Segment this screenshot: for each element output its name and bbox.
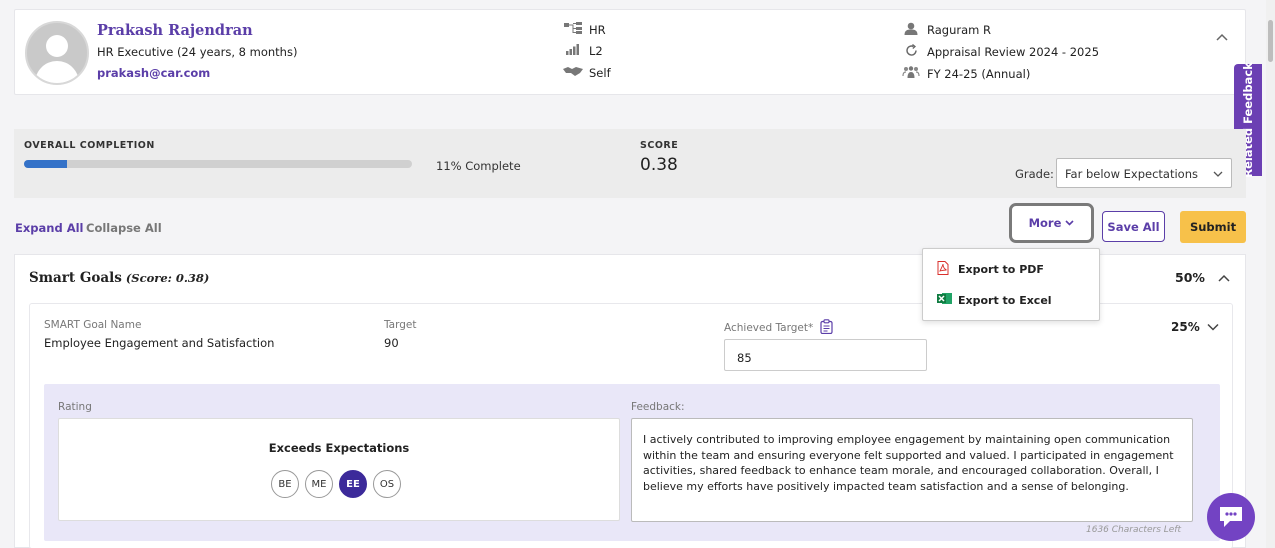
department-info: HR: [563, 22, 606, 37]
period-info: FY 24-25 (Annual): [901, 66, 1030, 81]
completion-text: 11% Complete: [436, 159, 521, 173]
pdf-file-icon: [937, 261, 951, 277]
excel-file-icon: [937, 292, 952, 308]
rating-option-be[interactable]: BE: [271, 470, 299, 498]
score-value: 0.38: [640, 155, 678, 175]
rating-box: Exceeds Expectations BE ME EE OS: [58, 418, 620, 521]
reviewer-info: Raguram R: [901, 22, 991, 38]
chat-icon: [1220, 507, 1242, 527]
export-pdf-item[interactable]: Export to PDF: [937, 261, 1044, 277]
achieved-target-input[interactable]: 85: [724, 339, 927, 371]
feedback-textarea[interactable]: I actively contributed to improving empl…: [631, 418, 1193, 522]
grade-select[interactable]: Far below Expectations: [1056, 158, 1232, 188]
completion-label: OVERALL COMPLETION: [24, 140, 155, 151]
handshake-icon: [563, 66, 583, 80]
target-value: 90: [384, 336, 399, 350]
expand-goal-icon[interactable]: [1206, 320, 1220, 334]
smart-goals-score: (Score: 0.38): [125, 271, 210, 285]
export-excel-item[interactable]: Export to Excel: [937, 292, 1052, 308]
completion-progress-fill: [24, 160, 67, 168]
goal-item: SMART Goal Name Employee Engagement and …: [29, 303, 1233, 548]
rating-option-os[interactable]: OS: [373, 470, 401, 498]
level-value: L2: [589, 44, 603, 58]
grade-label: Grade:: [1015, 167, 1054, 181]
cycle-value: Appraisal Review 2024 - 2025: [927, 45, 1100, 59]
rating-label: Rating: [58, 401, 92, 413]
profile-card: Prakash Rajendran HR Executive (24 years…: [14, 9, 1246, 95]
expand-all-link[interactable]: Expand All: [15, 221, 83, 235]
refresh-icon: [901, 43, 921, 60]
period-value: FY 24-25 (Annual): [927, 66, 1031, 81]
goal-weight: 25%: [1171, 320, 1200, 334]
collapse-profile-icon[interactable]: [1215, 30, 1229, 44]
completion-panel: OVERALL COMPLETION 11% Complete SCORE 0.…: [14, 129, 1246, 198]
rating-panel: Rating Exceeds Expectations BE ME EE OS …: [44, 384, 1220, 541]
export-pdf-label: Export to PDF: [958, 262, 1044, 276]
more-button[interactable]: More: [1009, 203, 1094, 243]
scrollbar-thumb[interactable]: [1268, 20, 1273, 62]
employee-title: HR Executive (24 years, 8 months): [97, 45, 298, 59]
more-dropdown-menu: Export to PDF Export to Excel: [922, 248, 1100, 321]
review-type-value: Self: [589, 66, 611, 80]
goal-name-value: Employee Engagement and Satisfaction: [44, 336, 275, 350]
completion-progress-bar: [24, 160, 412, 168]
team-icon: [901, 66, 921, 81]
signal-bars-icon: [563, 44, 583, 58]
clipboard-icon[interactable]: [819, 319, 833, 337]
chat-button[interactable]: [1207, 493, 1255, 541]
scrollbar[interactable]: [1266, 0, 1275, 548]
chevron-down-icon: [1065, 216, 1074, 230]
export-excel-label: Export to Excel: [958, 293, 1052, 307]
achieved-target-label: Achieved Target*: [724, 319, 833, 337]
smart-goals-title: Smart Goals (Score: 0.38): [29, 270, 209, 286]
employee-email[interactable]: prakash@car.com: [97, 66, 210, 80]
review-type-info: Self: [563, 66, 611, 80]
user-icon: [901, 22, 921, 38]
feedback-label: Feedback:: [631, 401, 685, 413]
smart-goals-title-text: Smart Goals: [29, 270, 122, 286]
score-label: SCORE: [640, 140, 679, 151]
more-label: More: [1028, 216, 1062, 230]
submit-button[interactable]: Submit: [1180, 211, 1246, 243]
achieved-target-label-text: Achieved Target*: [724, 322, 814, 334]
rating-option-ee[interactable]: EE: [339, 470, 367, 498]
employee-name: Prakash Rajendran: [97, 22, 253, 39]
goal-name-label: SMART Goal Name: [44, 319, 142, 331]
org-chart-icon: [563, 22, 583, 37]
collapse-all-link[interactable]: Collapse All: [86, 221, 162, 235]
save-all-button[interactable]: Save All: [1102, 211, 1165, 242]
collapse-section-icon[interactable]: [1217, 271, 1231, 285]
avatar: [25, 21, 89, 85]
characters-left: 1636 Characters Left: [1086, 525, 1181, 535]
smart-goals-weight: 50%: [1175, 270, 1205, 285]
target-label: Target: [384, 319, 417, 331]
reviewer-value: Raguram R: [927, 23, 991, 37]
chevron-down-icon: [1213, 168, 1223, 178]
rating-options: BE ME EE OS: [271, 470, 401, 498]
rating-option-me[interactable]: ME: [305, 470, 333, 498]
rating-text: Exceeds Expectations: [268, 441, 410, 455]
department-value: HR: [589, 22, 606, 37]
grade-value: Far below Expectations: [1065, 167, 1199, 181]
cycle-info: Appraisal Review 2024 - 2025: [901, 43, 1100, 60]
level-info: L2: [563, 44, 603, 58]
